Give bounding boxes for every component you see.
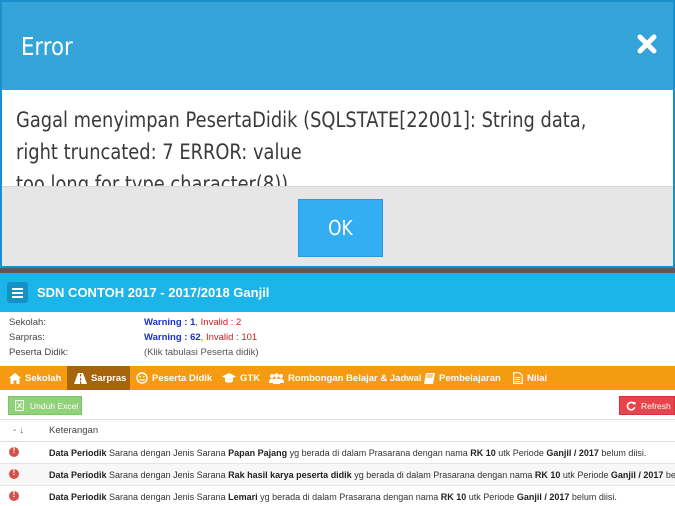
error-message-line-1: Gagal menyimpan PesertaDidik (SQLSTATE[2… [16,108,587,165]
error-icon [9,490,19,501]
peserta-value: (Klik tabulasi Peserta didik) [144,347,259,358]
peserta-label: Peserta Didik: [9,347,69,358]
app-title: SDN CONTOH 2017 - 2017/2018 Ganjil [37,285,270,300]
row-text-part: utk Periode [495,448,547,458]
error-icon [9,446,19,457]
validation-summary: Sekolah: Warning : 1, Invalid : 2 Sarpra… [0,312,675,362]
row-periode: Ganjil / 2017 [546,448,599,458]
row-category: Data Periodik [49,492,107,502]
page: Error Gagal menyimpan PesertaDidik (SQLS… [0,0,675,506]
row-text-part: Sarana dengan Jenis Sarana [106,470,229,480]
excel-icon [15,400,24,411]
sekolah-warning[interactable]: Warning : 1 [144,317,195,328]
table-row[interactable]: Data Periodik Sarana dengan Jenis Sarana… [0,442,675,464]
table-row[interactable]: Data Periodik Sarana dengan Jenis Sarana… [0,464,675,486]
sarpras-status: Warning : 62, Invalid : 101 [144,332,258,343]
refresh-label: Refresh [641,400,671,411]
book-icon [424,372,435,384]
sarpras-label: Sarpras: [9,332,45,343]
toolbar: Unduh Excel Refresh [0,390,675,420]
sort-toggle[interactable]: - ↓ [13,425,24,436]
tab-pembelajaran-label: Pembelajaran [439,372,501,384]
row-sarana: Lemari [228,492,258,502]
row-text-part: Sarana dengan Jenis Sarana [106,448,229,458]
row-prasarana: RK 10 [440,492,467,502]
row-text-part: Sarana dengan Jenis Sarana [106,492,229,502]
tab-rombongan-belajar-label: Rombongan Belajar & Jadwal [288,372,422,384]
row-text: Data Periodik Sarana dengan Jenis Sarana… [49,492,617,502]
ok-button-label: OK [328,216,353,240]
home-icon [9,372,21,384]
dialog-header: Error [2,2,673,90]
road-icon [74,372,87,384]
error-dialog: Error Gagal menyimpan PesertaDidik (SQLS… [0,0,675,268]
row-text-part: yg berada di dalam Prasarana dengan nama [351,470,535,480]
dialog-title: Error [21,32,73,61]
smile-icon [136,372,148,384]
file-icon [513,372,523,384]
row-prasarana: RK 10 [470,448,496,458]
sekolah-label: Sekolah: [9,317,46,328]
table-row[interactable]: Data Periodik Sarana dengan Jenis Sarana… [0,486,675,506]
tab-peserta-didik-label: Peserta Didik [152,372,213,384]
dialog-footer: OK [2,186,673,266]
error-icon [9,468,19,479]
row-category: Data Periodik [49,470,107,480]
column-header-keterangan[interactable]: Keterangan [49,425,98,436]
tab-sekolah[interactable]: Sekolah [0,366,63,390]
row-text-part: utk Periode [466,492,517,502]
refresh-icon [626,401,636,411]
dialog-body: Gagal menyimpan PesertaDidik (SQLSTATE[2… [2,90,673,197]
menu-icon[interactable] [7,282,28,303]
row-category: Data Periodik [49,448,107,458]
tab-rombongan-belajar[interactable]: Rombongan Belajar & Jadwal [269,366,422,390]
tab-sarpras[interactable]: Sarpras [67,366,130,390]
row-text: Data Periodik Sarana dengan Jenis Sarana… [49,470,675,480]
close-icon[interactable] [637,32,657,56]
tab-pembelajaran[interactable]: Pembelajaran [424,366,504,390]
tab-gtk[interactable]: GTK [222,366,262,390]
download-excel-button[interactable]: Unduh Excel [8,396,82,415]
app-header: SDN CONTOH 2017 - 2017/2018 Ganjil [0,270,675,312]
tab-bar: Sekolah Sarpras Peserta Didik GTK Rombon… [0,366,675,390]
sarpras-invalid[interactable]: Invalid : 101 [206,332,257,343]
table-header: - ↓ Keterangan [0,420,675,442]
row-text-part: utk Periode [560,470,611,480]
refresh-button[interactable]: Refresh [619,396,675,415]
tab-nilai-label: Nilai [527,372,548,384]
tab-nilai[interactable]: Nilai [513,366,553,390]
sekolah-invalid[interactable]: Invalid : 2 [201,317,242,328]
users-icon [269,372,284,384]
ok-button[interactable]: OK [298,199,383,257]
tab-gtk-label: GTK [240,372,261,384]
download-excel-label: Unduh Excel [30,400,79,411]
tab-sarpras-label: Sarpras [91,372,127,384]
row-sarana: Papan Pajang [228,448,288,458]
row-sarana: Rak hasil karya peserta didik [228,470,352,480]
row-text-part: yg berada di dalam Prasarana dengan nama [287,448,471,458]
sarpras-warning[interactable]: Warning : 62 [144,332,201,343]
row-prasarana: RK 10 [534,470,561,480]
sekolah-status: Warning : 1, Invalid : 2 [144,317,242,328]
row-text-part: belum diisi. [598,448,647,458]
row-periode: Ganjil / 2017 [516,492,570,502]
row-text-part: yg berada di dalam Prasarana dengan nama [257,492,441,502]
row-text: Data Periodik Sarana dengan Jenis Sarana… [49,448,646,458]
validation-table: - ↓ Keterangan Data Periodik Sarana deng… [0,420,675,506]
row-periode: Ganjil / 2017 [610,470,664,480]
tab-peserta-didik[interactable]: Peserta Didik [136,366,216,390]
row-text-part: belum diisi. [569,492,617,502]
graduation-cap-icon [222,372,236,383]
app-panel: SDN CONTOH 2017 - 2017/2018 Ganjil Sekol… [0,270,675,506]
tab-sekolah-label: Sekolah [25,372,62,384]
row-text-part: belum [665,470,675,480]
